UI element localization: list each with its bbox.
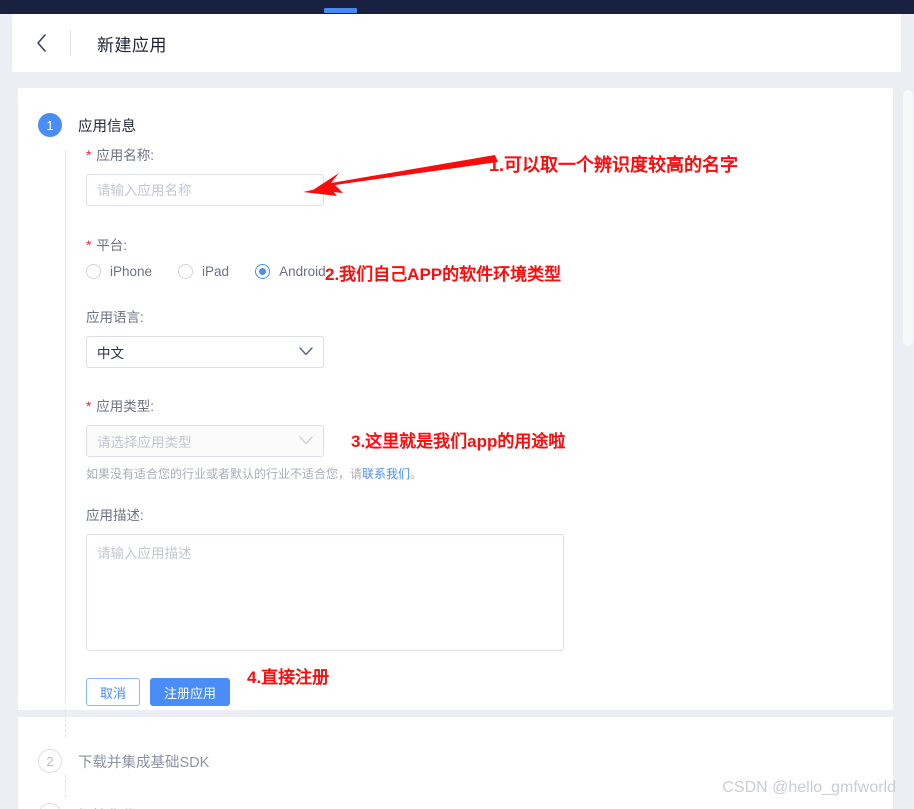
top-navigation-bar <box>0 0 914 14</box>
app-language-select[interactable]: 中文 <box>86 336 324 368</box>
step-1-label: 应用信息 <box>78 118 136 135</box>
chevron-down-icon-app-type <box>299 432 313 450</box>
step-1-number: 1 <box>38 113 62 137</box>
radio-iphone-label: iPhone <box>110 264 153 279</box>
back-button[interactable] <box>12 14 70 72</box>
radio-android-dot <box>255 264 271 279</box>
annotation-1: 1.可以取一个辨识度较高的名字 <box>489 155 739 175</box>
vertical-scrollbar-thumb[interactable] <box>903 90 913 346</box>
header-divider <box>70 30 71 56</box>
step-2-row[interactable]: 2 下载并集成基础SDK <box>38 749 209 773</box>
radio-android[interactable]: Android <box>255 264 326 279</box>
radio-ipad-label: iPad <box>202 264 230 279</box>
radio-android-label: Android <box>279 264 326 279</box>
label-app-language-text: 应用语言: <box>86 310 144 325</box>
annotation-2: 2.我们自己APP的软件环境类型 <box>325 265 562 284</box>
label-app-language: 应用语言: <box>86 306 686 326</box>
required-marker-platform: * <box>86 238 92 253</box>
step-connector-1 <box>65 150 66 703</box>
page-title: 新建应用 <box>97 35 167 55</box>
app-type-placeholder: 请选择应用类型 <box>97 435 192 450</box>
label-platform-text: 平台: <box>96 238 128 253</box>
step-connector-2 <box>65 709 66 737</box>
app-type-hint-before: 如果没有适合您的行业或者默认的行业不适合您，请 <box>86 467 363 481</box>
app-language-value: 中文 <box>97 346 124 361</box>
label-app-desc-text: 应用描述: <box>86 508 144 523</box>
annotation-4: 4.直接注册 <box>247 668 330 687</box>
chevron-left-icon <box>35 33 48 53</box>
field-app-desc: 应用描述: <box>86 504 686 656</box>
step-1-row: 1 应用信息 <box>38 113 136 137</box>
app-info-form: * 应用名称: * 平台: iPhone <box>86 144 686 706</box>
step-3-row[interactable]: 3 初始化代码 <box>38 803 151 809</box>
app-desc-textarea[interactable] <box>86 534 564 651</box>
label-app-desc: 应用描述: <box>86 504 686 524</box>
app-type-hint-after: 。 <box>410 467 423 481</box>
step-2-label: 下载并集成基础SDK <box>78 754 210 771</box>
annotation-arrow-1 <box>303 155 498 196</box>
label-platform: * 平台: <box>86 234 686 254</box>
label-app-type: * 应用类型: <box>86 395 686 415</box>
label-app-name-text: 应用名称: <box>96 148 155 163</box>
app-root: 新建应用 1 应用信息 * 应用名称: 请输入应用名称 * 平台: iPhone… <box>0 0 914 809</box>
chevron-down-icon <box>299 343 313 361</box>
label-app-type-text: 应用类型: <box>96 399 155 414</box>
radio-ipad-dot <box>178 264 194 279</box>
radio-iphone-dot <box>86 264 101 279</box>
field-app-language: 应用语言: 中文 <box>86 306 686 368</box>
cancel-button[interactable]: 取消 <box>86 678 141 706</box>
app-type-hint: 如果没有适合您的行业或者默认的行业不适合您，请联系我们。 <box>86 465 686 482</box>
contact-us-link[interactable]: 联系我们 <box>362 467 410 481</box>
annotation-3: 3.这里就是我们app的用途啦 <box>351 432 566 451</box>
step-3-label: 初始化代码 <box>78 805 151 809</box>
radio-iphone[interactable]: iPhone <box>86 264 152 279</box>
required-marker-app-type: * <box>86 399 92 414</box>
app-name-input[interactable] <box>86 174 324 206</box>
watermark: CSDN @hello_gmfworld <box>722 779 896 796</box>
app-type-select[interactable]: 请选择应用类型 <box>86 425 324 457</box>
active-nav-indicator <box>324 8 357 13</box>
vertical-scrollbar-track[interactable] <box>901 14 914 809</box>
step-3-number: 3 <box>38 803 62 809</box>
step-connector-3 <box>65 775 66 797</box>
page-header: 新建应用 <box>12 14 914 72</box>
radio-ipad[interactable]: iPad <box>178 264 229 279</box>
required-marker-app-name: * <box>86 148 92 163</box>
step-2-number: 2 <box>38 749 62 773</box>
form-actions: 取消 注册应用 <box>86 678 686 706</box>
register-app-button[interactable]: 注册应用 <box>150 678 231 706</box>
